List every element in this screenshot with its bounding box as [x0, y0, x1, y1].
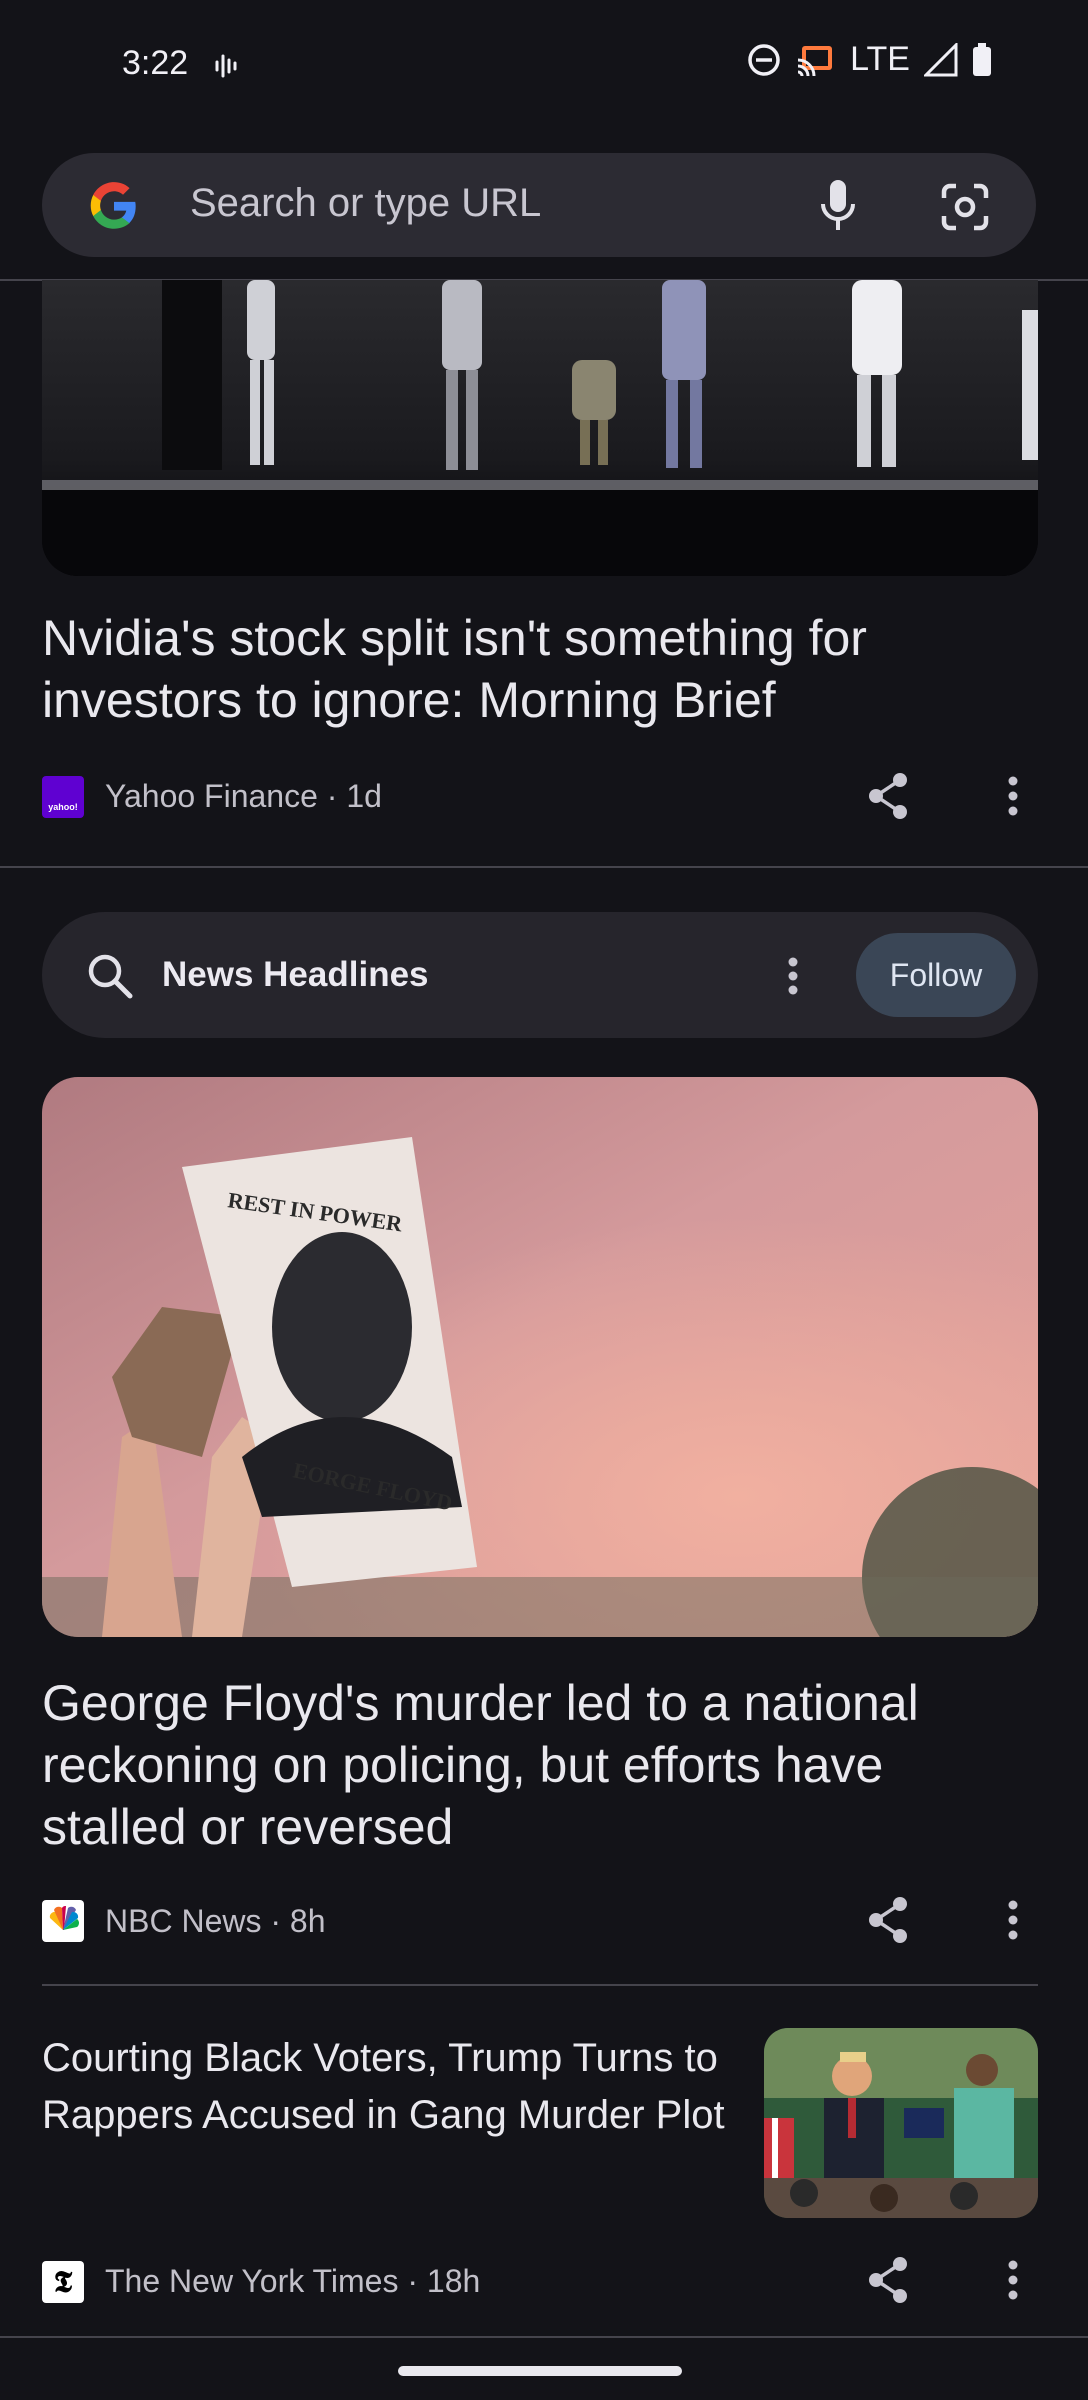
nbc-news-logo: [42, 1900, 84, 1942]
cast-icon: [797, 45, 833, 76]
voicemail-wave-icon: [215, 54, 237, 78]
microphone-icon[interactable]: [818, 178, 858, 234]
search-placeholder[interactable]: Search or type URL: [190, 181, 541, 226]
share-icon[interactable]: [864, 2254, 912, 2306]
more-options-icon[interactable]: [1004, 1898, 1022, 1942]
nyt-logo: 𝕿: [42, 2261, 84, 2303]
yahoo-finance-logo: yahoo!: [42, 776, 84, 818]
network-type: LTE: [850, 40, 910, 78]
follow-button[interactable]: Follow: [856, 933, 1016, 1017]
search-icon: [88, 954, 133, 999]
signal-icon: [924, 42, 958, 76]
feed-divider: [0, 866, 1088, 868]
home-indicator[interactable]: [398, 2366, 682, 2376]
article-source: Yahoo Finance · 1d: [105, 778, 382, 814]
topic-more-icon[interactable]: [784, 956, 802, 996]
battery-icon: [973, 42, 991, 76]
article-title[interactable]: George Floyd's murder led to a national …: [42, 1672, 1032, 1858]
google-g-icon: [90, 182, 136, 229]
article-image-floyd[interactable]: REST IN POWER EORGE FLOYD: [42, 1077, 1038, 1637]
status-time: 3:22: [122, 44, 189, 82]
article-thumbnail-trump[interactable]: [764, 2028, 1038, 2218]
article-divider: [42, 1984, 1038, 1986]
share-icon[interactable]: [864, 1894, 912, 1946]
article-source: NBC News · 8h: [105, 1903, 326, 1939]
article-source: The New York Times · 18h: [105, 2263, 481, 2299]
share-icon[interactable]: [864, 770, 912, 822]
status-icons: LTE: [746, 40, 992, 79]
more-options-icon[interactable]: [1004, 774, 1022, 818]
article-title[interactable]: Nvidia's stock split isn't something for…: [42, 607, 1032, 731]
nyt-logo-text: 𝕿: [53, 2264, 73, 2300]
more-options-icon[interactable]: [1004, 2258, 1022, 2302]
topic-title: News Headlines: [162, 955, 429, 994]
google-lens-icon[interactable]: [938, 180, 992, 234]
feed-bottom-divider: [0, 2336, 1088, 2338]
do-not-disturb-icon: [748, 43, 780, 76]
article-title[interactable]: Courting Black Voters, Trump Turns to Ra…: [42, 2030, 732, 2144]
article-image-robots[interactable]: [42, 280, 1038, 576]
yahoo-logo-text: yahoo!: [48, 802, 78, 812]
